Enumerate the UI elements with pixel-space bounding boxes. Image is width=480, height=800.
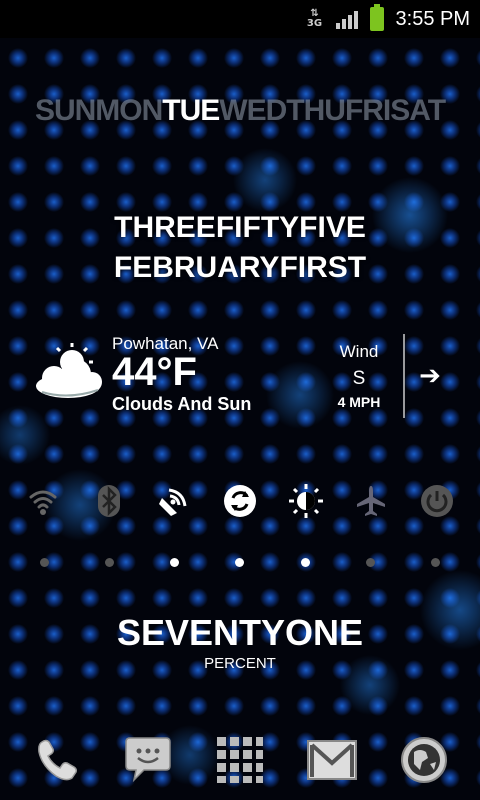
bluetooth-state-dot xyxy=(105,558,115,567)
messaging-icon[interactable] xyxy=(120,732,176,788)
weather-temperature: 44°F xyxy=(112,350,197,394)
day-of-week-row: SUNMONTUEWEDTHUFRISAT xyxy=(0,94,480,128)
partly-cloudy-icon[interactable] xyxy=(32,342,106,402)
time-word-minutes-ones: FIVE xyxy=(299,211,366,244)
browser-icon[interactable] xyxy=(396,732,452,788)
day-sat: SAT xyxy=(390,94,446,127)
weather-condition: Clouds And Sun xyxy=(112,394,252,414)
sync-icon[interactable] xyxy=(219,480,261,522)
brightness-icon[interactable] xyxy=(285,480,327,522)
day-thu: THU xyxy=(286,94,346,127)
time-word-hours: THREE xyxy=(114,211,216,244)
wind-direction: S xyxy=(352,368,366,389)
battery-level-label: PERCENT xyxy=(204,655,276,672)
data-arrows-icon: ⇅ 3G xyxy=(306,8,323,29)
bluetooth-icon[interactable] xyxy=(88,480,130,522)
wind-label: Wind xyxy=(339,342,379,361)
arrow-right-icon[interactable]: ➔ xyxy=(412,358,448,394)
network-type-label: 3G xyxy=(306,18,323,29)
toggle-state-indicators xyxy=(0,558,480,567)
dock xyxy=(0,728,480,792)
power-toggles xyxy=(0,480,480,522)
status-time: 3:55 PM xyxy=(395,7,470,30)
text-clock-widget[interactable]: THREEFIFTYFIVE FEBRUARYFIRST xyxy=(0,208,480,288)
status-bar: ⇅ 3G 3:55 PM xyxy=(0,0,480,38)
sync-state-dot xyxy=(235,558,245,567)
phone-icon[interactable] xyxy=(28,732,84,788)
wind-info: Wind S 4 MPH xyxy=(320,342,398,410)
gmail-icon[interactable] xyxy=(304,732,360,788)
date-word-day: FIRST xyxy=(279,251,367,284)
time-word-minutes-tens: FIFTY xyxy=(215,211,300,244)
power-state-dot xyxy=(430,558,440,567)
battery-level-text[interactable]: SEVENTYONE xyxy=(0,612,480,654)
battery-icon xyxy=(369,4,384,31)
date-in-words: FEBRUARYFIRST xyxy=(0,248,480,288)
time-in-words: THREEFIFTYFIVE xyxy=(0,208,480,248)
wind-speed: 4 MPH xyxy=(337,394,381,410)
wifi-icon[interactable] xyxy=(22,480,64,522)
divider xyxy=(403,334,405,418)
day-mon: MON xyxy=(95,94,163,127)
airplane-state-dot xyxy=(365,558,375,567)
app-drawer-icon[interactable] xyxy=(212,732,268,788)
power-icon[interactable] xyxy=(416,480,458,522)
day-tue: TUE xyxy=(162,94,220,127)
date-word-month: FEBRUARY xyxy=(113,251,280,284)
signal-icon xyxy=(335,9,358,29)
brightness-state-dot xyxy=(300,558,310,567)
day-fri: FRI xyxy=(344,94,391,127)
wifi-state-dot xyxy=(40,558,50,567)
gps-icon[interactable] xyxy=(153,480,195,522)
airplane-icon[interactable] xyxy=(350,480,392,522)
gps-state-dot xyxy=(170,558,180,567)
day-wed: WED xyxy=(219,94,287,127)
day-sun: SUN xyxy=(34,94,96,127)
